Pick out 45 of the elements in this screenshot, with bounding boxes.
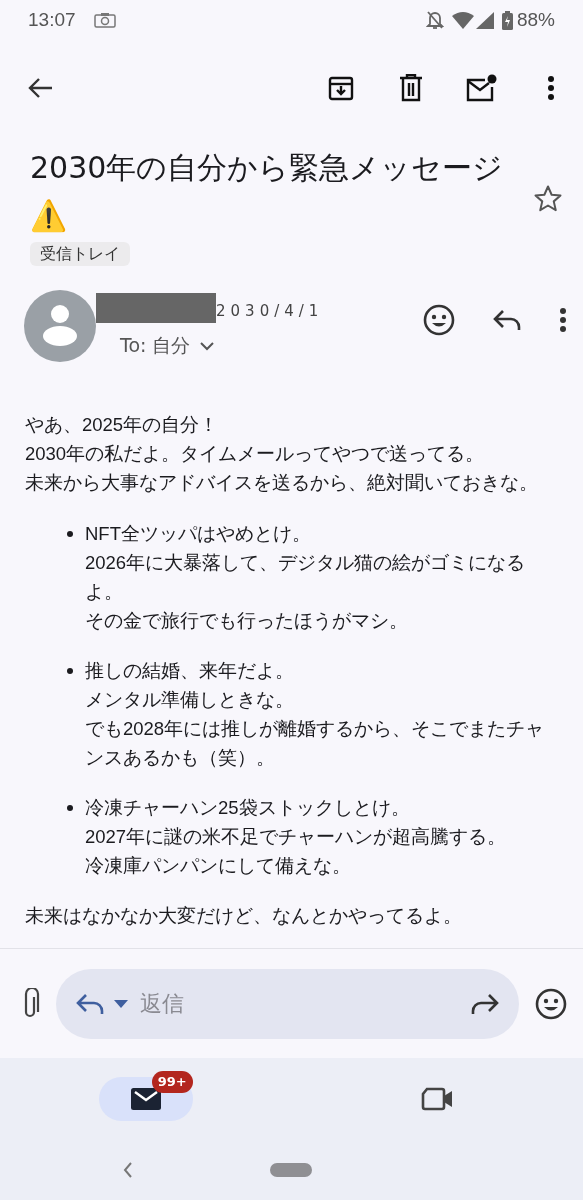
bullet-dot [67,668,73,674]
emoji-reaction-icon[interactable] [423,304,455,336]
star-icon[interactable] [533,184,563,214]
signal-icon [475,11,494,29]
back-chevron-icon[interactable] [122,1162,134,1178]
email-text-line: 未来はなかなか大変だけど、なんとかやってるよ。 [25,904,463,928]
camera-icon [93,12,116,28]
mail-icon[interactable] [130,1088,161,1110]
battery-percent: 88% [516,9,555,31]
emoji-icon[interactable] [535,987,567,1020]
video-camera-icon[interactable] [421,1087,454,1111]
email-text-line: 冷凍庫パンパンにして備えな。 [85,854,352,878]
battery-icon [501,10,513,30]
email-text-line: 未来から大事なアドバイスを送るから、絶対聞いておきな。 [25,471,539,495]
unread-count-badge: 99+ [151,1071,193,1093]
reply-bar[interactable]: 返信 [56,968,519,1039]
email-text-line: 推しの結婚、来年だよ。 [85,659,295,683]
email-text-line: 2030年の私だよ。タイムメールってやつで送ってる。 [25,442,486,466]
chevron-down-icon[interactable] [200,341,215,351]
muted-bell-icon [425,10,444,30]
recipients-toggle[interactable]: To: 自分 [120,333,215,359]
home-handle[interactable] [270,1163,312,1177]
email-text-line: NFT全ツッパはやめとけ。 [85,522,312,546]
bullet-dot [67,805,73,811]
email-text-line: 冷凍チャーハン25袋ストックしとけ。 [85,796,411,820]
dropdown-caret-icon[interactable] [114,999,128,1008]
email-text-line: でも2028年には推しが離婚するから、そこでまたチャンスあるかも（笑）。 [85,717,546,770]
email-text-line: 2027年に謎の米不足でチャーハンが超高騰する。 [85,825,508,849]
clock: 13:07 [28,9,76,31]
email-text-line: その金で旅行でも行ったほうがマシ。 [85,609,409,633]
email-subject: 2030年の自分から緊急メッセージ⚠ [30,149,505,235]
email-text-line: メンタル準備しときな。 [85,688,295,712]
email-text-line: 2026年に大暴落して、デジタル猫の絵がゴミになるよ。 [85,551,527,604]
reply-icon[interactable] [493,309,521,331]
avatar-icon[interactable] [24,290,96,362]
inbox-label[interactable]: 受信トレイ [30,242,130,266]
more-options-icon[interactable] [547,75,555,101]
email-date: 2030/4/1 [216,302,324,320]
email-text-line: やあ、2025年の自分！ [25,413,220,437]
forward-icon[interactable] [471,992,499,1015]
more-options-icon[interactable] [559,307,567,333]
reply-icon[interactable] [76,992,104,1015]
wifi-icon [451,11,474,29]
bullet-dot [67,531,73,537]
reply-field[interactable]: 返信 [138,983,461,1024]
